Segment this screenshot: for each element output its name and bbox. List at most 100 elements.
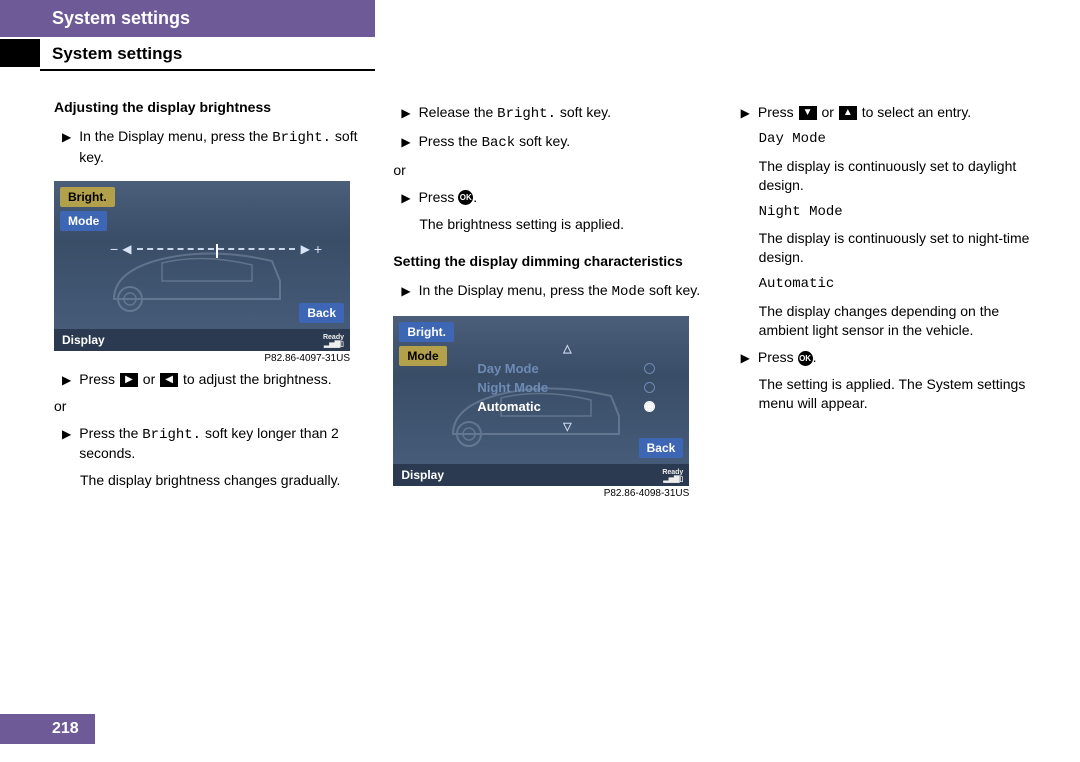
chapter-tab: System settings [0,0,375,37]
step-press-mode: ▶ In the Display menu, press the Mode so… [393,281,700,302]
softkey-bright: Bright. [272,130,331,146]
brightness-slider[interactable]: − ◀ ▶ + [110,241,322,257]
ok-button-icon: OK [458,190,473,205]
text: or [139,371,159,387]
result-text: The setting is applied. The System setti… [759,375,1040,413]
softkey-bright[interactable]: Bright. [399,322,454,342]
step-press-back: ▶ Press the Back soft key. [393,132,700,153]
step-press-ok: ▶ Press OK. [733,348,1040,367]
step-press-bright: ▶ In the Display menu, press the Bright.… [54,127,361,167]
triangle-right-icon: ▶ [301,242,310,256]
step-release-bright: ▶ Release the Bright. soft key. [393,103,700,124]
down-button-icon: ▼ [799,106,817,120]
text: In the Display menu, press the [419,282,612,298]
text: or [818,104,838,120]
device-screen: Bright. Mode − ◀ ▶ + Back Display Ready … [54,181,350,351]
bullet-arrow-icon: ▶ [62,370,71,389]
menu-option-day[interactable]: Day Mode [475,359,659,378]
device-screen: Bright. Mode △ Day Mode Night Mode Autom… [393,316,689,486]
softkey-bright: Bright. [497,106,556,122]
text: Press [758,349,798,365]
page-footer: 218 [0,714,95,744]
step-text: In the Display menu, press the Mode soft… [419,281,701,302]
figure-caption: P82.86-4098-31US [393,488,689,499]
bullet-arrow-icon: ▶ [401,103,410,124]
step-text: Press the Bright. soft key longer than 2… [79,424,361,464]
option-label: Automatic [477,399,541,414]
softkey-bright: Bright. [142,427,201,443]
scroll-down-icon[interactable]: ▽ [475,420,659,433]
slider-track-line [137,248,294,250]
mode-menu: △ Day Mode Night Mode Automatic ▽ [475,338,659,437]
mode-name-day: Day Mode [759,130,1040,149]
bullet-arrow-icon: ▶ [401,132,410,153]
bullet-arrow-icon: ▶ [62,424,71,464]
up-button-icon: ▲ [839,106,857,120]
text: soft key. [515,133,570,149]
status-title: Display [401,468,444,482]
ready-label: Ready [323,334,344,341]
text: In the Display menu, press the [79,128,272,144]
bullet-arrow-icon: ▶ [401,188,410,207]
right-button-icon: ▶ [120,373,138,387]
status-right: Ready ▂▅▇▯ [323,334,344,348]
text: . [473,189,477,205]
signal-icon: ▂▅▇▯ [663,476,683,483]
page-number: 218 [0,714,95,744]
text: Press the [79,425,142,441]
menu-option-automatic[interactable]: Automatic [475,397,659,416]
softkey-mode: Mode [612,284,646,300]
bullet-arrow-icon: ▶ [741,103,750,122]
menu-option-night[interactable]: Night Mode [475,378,659,397]
mode-desc-automatic: The display changes depending on the amb… [759,302,1040,340]
column-1: Adjusting the display brightness ▶ In th… [54,99,361,651]
text: Press [79,371,119,387]
step-longpress-bright: ▶ Press the Bright. soft key longer than… [54,424,361,464]
softkey-back[interactable]: Back [299,303,344,323]
result-text: The brightness setting is applied. [419,215,700,234]
or-separator: or [393,161,700,180]
option-label: Night Mode [477,380,548,395]
step-text: Release the Bright. soft key. [419,103,701,124]
step-select-entry: ▶ Press ▼ or ▲ to select an entry. [733,103,1040,122]
step-text: In the Display menu, press the Bright. s… [79,127,361,167]
triangle-left-icon: ◀ [122,242,131,256]
mode-name-night: Night Mode [759,203,1040,222]
text: Press [419,189,459,205]
radio-selected-icon [644,401,655,412]
left-button-icon: ◀ [160,373,178,387]
text: . [813,349,817,365]
softkey-bright[interactable]: Bright. [60,187,115,207]
text: to select an entry. [858,104,971,120]
option-label: Day Mode [477,361,538,376]
section-title: System settings [40,39,375,71]
text: to adjust the brightness. [179,371,332,387]
section-marker [0,39,40,67]
section-header: System settings [0,39,1080,71]
softkey-mode[interactable]: Mode [60,211,107,231]
status-bar-display: Display Ready ▂▅▇▯ [54,329,350,351]
ok-button-icon: OK [798,351,813,366]
result-text: The display brightness changes gradually… [80,471,361,490]
status-title: Display [62,333,105,347]
step-press-arrows: ▶ Press ▶ or ◀ to adjust the brightness. [54,370,361,389]
softkey-mode[interactable]: Mode [399,346,446,366]
or-separator: or [54,397,361,416]
step-text: Press OK. [758,348,1040,367]
step-text: Press ▼ or ▲ to select an entry. [758,103,1040,122]
text: Press [758,104,798,120]
heading-dimming: Setting the display dimming characterist… [393,253,700,269]
softkey-back[interactable]: Back [639,438,684,458]
mode-name-automatic: Automatic [759,275,1040,294]
step-text: Press the Back soft key. [419,132,701,153]
text: Release the [419,104,498,120]
bullet-arrow-icon: ▶ [62,127,71,167]
plus-label: + [314,241,322,257]
signal-icon: ▂▅▇▯ [324,341,344,348]
scroll-up-icon[interactable]: △ [475,342,659,355]
bullet-arrow-icon: ▶ [401,281,410,302]
step-text: Press ▶ or ◀ to adjust the brightness. [79,370,361,389]
radio-unselected-icon [644,363,655,374]
status-right: Ready ▂▅▇▯ [662,469,683,483]
figure-mode-screen: Bright. Mode △ Day Mode Night Mode Autom… [393,316,689,499]
